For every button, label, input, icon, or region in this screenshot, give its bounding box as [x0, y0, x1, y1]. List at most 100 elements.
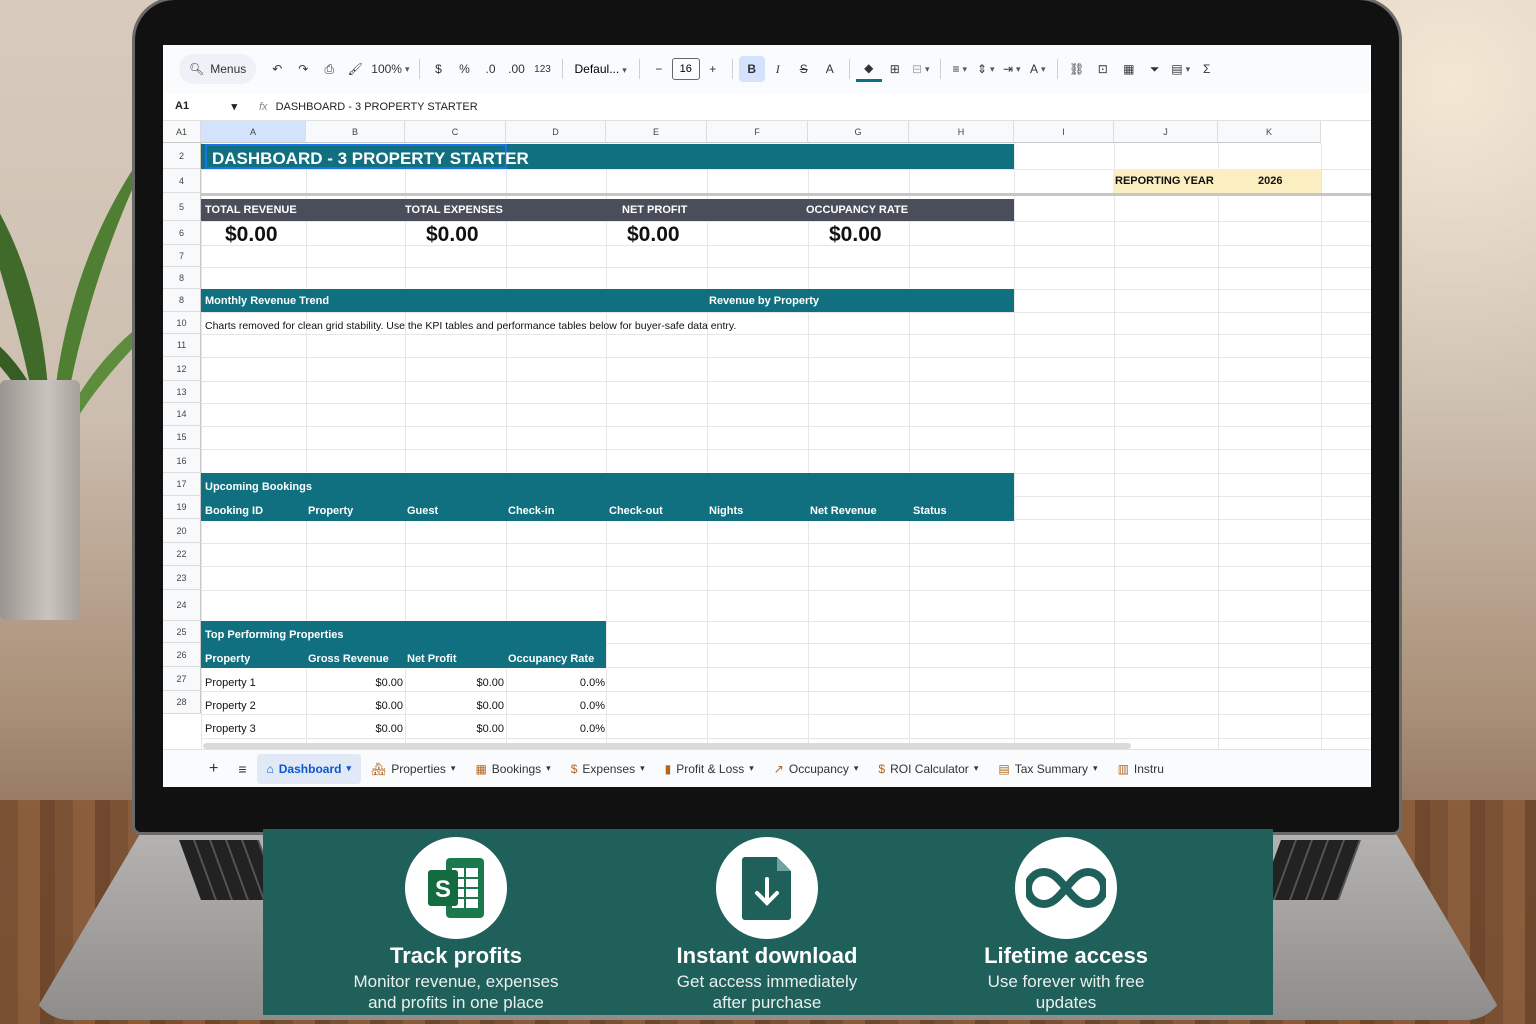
row-header[interactable]: 7 — [163, 245, 201, 267]
chevron-down-icon[interactable]: ▾ — [749, 763, 754, 774]
column-header[interactable]: I — [1014, 121, 1114, 143]
name-box[interactable]: A1 ▾ — [163, 100, 245, 113]
chevron-down-icon[interactable]: ▾ — [974, 763, 979, 774]
row-header[interactable]: 10 — [163, 312, 201, 334]
decrease-decimal-button[interactable]: .0 — [478, 56, 504, 82]
tab-bookings[interactable]: ▦ Bookings ▾ — [465, 754, 560, 784]
column-header[interactable]: C — [405, 121, 506, 143]
paint-format-icon[interactable]: 🖌︎ — [342, 56, 368, 82]
kpi-value[interactable]: $0.00 — [829, 223, 882, 247]
column-header[interactable]: B — [306, 121, 405, 143]
tab-expenses[interactable]: $ Expenses ▾ — [561, 754, 655, 784]
tab-dashboard[interactable]: ⌂ Dashboard ▾ — [256, 753, 361, 784]
percent-button[interactable]: % — [452, 56, 478, 82]
row-header[interactable]: 24 — [163, 590, 201, 621]
add-sheet-button[interactable]: + — [199, 754, 228, 784]
row-header[interactable]: 8 — [163, 289, 201, 312]
column-header[interactable]: J — [1114, 121, 1218, 143]
table-cell[interactable]: $0.00 — [476, 677, 504, 689]
redo-icon[interactable]: ↷ — [290, 56, 316, 82]
table-cell[interactable]: $0.00 — [476, 723, 504, 735]
table-cell[interactable]: $0.00 — [476, 700, 504, 712]
row-header[interactable]: 11 — [163, 334, 201, 357]
undo-icon[interactable]: ↶ — [264, 56, 290, 82]
italic-button[interactable]: I — [765, 56, 791, 82]
zoom-select[interactable]: 100% — [368, 56, 412, 82]
font-size-increase[interactable]: + — [700, 56, 726, 82]
table-cell[interactable]: $0.00 — [375, 723, 403, 735]
row-header[interactable]: 5 — [163, 193, 201, 221]
row-header[interactable]: 13 — [163, 381, 201, 403]
row-header[interactable]: 17 — [163, 473, 201, 496]
font-size-decrease[interactable]: − — [646, 56, 672, 82]
column-header[interactable]: H — [909, 121, 1014, 143]
comment-icon[interactable]: ⊡ — [1090, 56, 1116, 82]
column-header[interactable]: G — [808, 121, 909, 143]
chevron-down-icon[interactable]: ▾ — [1093, 763, 1098, 774]
formula-input[interactable]: DASHBOARD - 3 PROPERTY STARTER — [276, 101, 478, 113]
chevron-down-icon[interactable]: ▾ — [640, 763, 645, 774]
select-all-corner[interactable]: A1 — [163, 121, 201, 143]
table-cell[interactable]: 0.0% — [580, 723, 605, 735]
column-header[interactable]: F — [707, 121, 808, 143]
text-color-button[interactable]: A — [817, 56, 843, 82]
row-header[interactable]: 6 — [163, 221, 201, 245]
kpi-value[interactable]: $0.00 — [225, 223, 278, 247]
tab-properties[interactable]: 🏘︎ Properties ▾ — [361, 754, 465, 784]
reporting-year-value[interactable]: 2026 — [1258, 175, 1282, 187]
table-cell[interactable]: 0.0% — [580, 677, 605, 689]
row-header[interactable]: 19 — [163, 496, 201, 519]
tab-profit-loss[interactable]: ▮ Profit & Loss ▾ — [655, 754, 764, 784]
kpi-value[interactable]: $0.00 — [426, 223, 479, 247]
row-header[interactable]: 23 — [163, 566, 201, 590]
table-cell[interactable]: Property 3 — [205, 723, 256, 735]
borders-icon[interactable]: ⊞ — [882, 56, 908, 82]
currency-button[interactable]: $ — [426, 56, 452, 82]
align-icon[interactable]: ≡ — [947, 56, 973, 82]
merge-cells-icon[interactable]: ⊟ — [908, 56, 934, 82]
print-icon[interactable]: ⎙ — [316, 56, 342, 82]
text-wrap-icon[interactable]: ⇥ — [999, 56, 1025, 82]
row-header[interactable]: 15 — [163, 426, 201, 449]
font-select[interactable]: Defaul... — [569, 62, 633, 76]
sheet-grid[interactable]: A1 A B C D E F G H I J K 2 4 5 6 7 8 8 10 11 12 13 14 15 16 17 19 2… — [163, 121, 1371, 749]
tab-instru[interactable]: ▥ Instru — [1108, 754, 1174, 784]
row-header[interactable]: 14 — [163, 403, 201, 426]
table-cell[interactable]: $0.00 — [375, 677, 403, 689]
column-header[interactable]: A — [201, 121, 306, 143]
strikethrough-button[interactable]: S — [791, 56, 817, 82]
row-header[interactable]: 16 — [163, 449, 201, 473]
row-header[interactable]: 20 — [163, 519, 201, 543]
column-header[interactable]: K — [1218, 121, 1321, 143]
row-header[interactable]: 2 — [163, 143, 201, 169]
increase-decimal-button[interactable]: .00 — [504, 56, 530, 82]
link-icon[interactable]: ⛓︎ — [1064, 56, 1090, 82]
number-format-button[interactable]: 123 — [530, 56, 556, 82]
chevron-down-icon[interactable]: ▾ — [854, 763, 859, 774]
font-size-input[interactable]: 16 — [671, 58, 700, 80]
text-rotation-icon[interactable]: A — [1025, 56, 1051, 82]
row-header[interactable]: 4 — [163, 169, 201, 193]
table-cell[interactable]: Property 1 — [205, 677, 256, 689]
row-header[interactable]: 12 — [163, 357, 201, 381]
tab-tax-summary[interactable]: ▤ Tax Summary ▾ — [988, 754, 1107, 784]
kpi-value[interactable]: $0.00 — [627, 223, 680, 247]
table-cell[interactable]: Property 2 — [205, 700, 256, 712]
bold-button[interactable]: B — [738, 56, 765, 82]
tab-occupancy[interactable]: ↗ Occupancy ▾ — [764, 754, 869, 784]
chevron-down-icon[interactable]: ▾ — [346, 763, 351, 774]
column-header[interactable]: D — [506, 121, 606, 143]
table-cell[interactable]: 0.0% — [580, 700, 605, 712]
filter-views-icon[interactable]: ▤ — [1168, 56, 1194, 82]
page-title[interactable]: DASHBOARD - 3 PROPERTY STARTER — [205, 144, 529, 169]
column-header[interactable]: E — [606, 121, 707, 143]
fill-color-icon[interactable]: ◆ — [855, 56, 882, 82]
menus-search[interactable]: 🔍︎ Menus — [179, 54, 257, 84]
all-sheets-button[interactable]: ≡ — [228, 754, 256, 784]
row-header[interactable]: 8 — [163, 267, 201, 289]
row-header[interactable]: 22 — [163, 543, 201, 566]
vertical-align-icon[interactable]: ⇕ — [973, 56, 999, 82]
chart-icon[interactable]: ▦ — [1116, 56, 1142, 82]
tab-roi-calculator[interactable]: $ ROI Calculator ▾ — [868, 754, 988, 784]
chevron-down-icon[interactable]: ▾ — [451, 763, 456, 774]
